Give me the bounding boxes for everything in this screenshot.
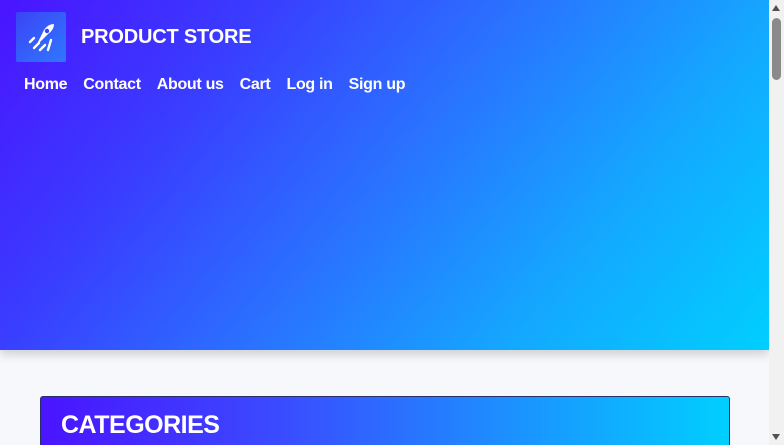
categories-title: CATEGORIES [61, 411, 220, 439]
scroll-down-icon[interactable] [772, 434, 780, 440]
brand-name[interactable]: PRODUCT STORE [81, 26, 252, 49]
scroll-thumb[interactable] [772, 18, 781, 80]
scroll-up-icon[interactable] [772, 5, 780, 11]
main-nav: Home Contact About us Cart Log in Sign u… [24, 76, 421, 94]
nav-cart[interactable]: Cart [240, 76, 271, 94]
nav-sign-up[interactable]: Sign up [349, 76, 406, 94]
nav-log-in[interactable]: Log in [286, 76, 332, 94]
nav-home[interactable]: Home [24, 76, 68, 94]
vertical-scrollbar[interactable] [769, 0, 784, 445]
hero-banner: PRODUCT STORE Home Contact About us Cart… [0, 0, 769, 350]
categories-panel: CATEGORIES [40, 396, 730, 445]
brand[interactable]: PRODUCT STORE [16, 12, 252, 62]
rocket-icon[interactable] [16, 12, 66, 62]
nav-contact[interactable]: Contact [83, 76, 141, 94]
page: PRODUCT STORE Home Contact About us Cart… [0, 0, 784, 445]
nav-about-us[interactable]: About us [157, 76, 224, 94]
